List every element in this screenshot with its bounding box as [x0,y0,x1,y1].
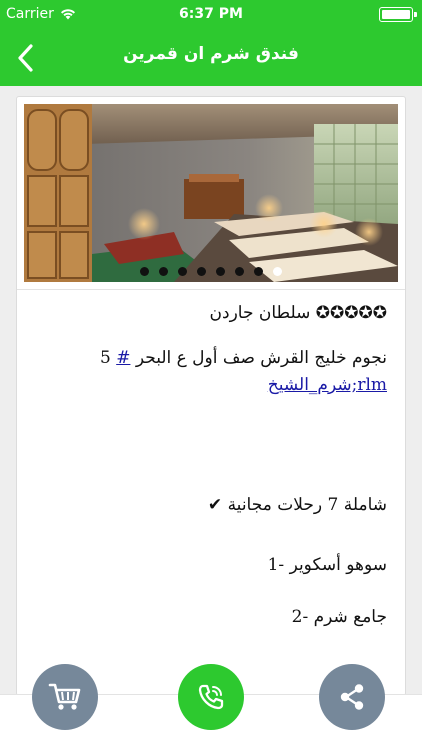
status-bar: Carrier 6:37 PM [0,0,422,30]
pager-dot[interactable] [159,267,168,276]
pager-dot[interactable] [178,267,187,276]
divider [17,289,405,290]
share-button[interactable] [319,664,385,730]
pager-dot[interactable] [140,267,149,276]
hash-link[interactable]: # [116,348,130,368]
phone-icon [198,684,224,710]
pager-dot[interactable] [235,267,244,276]
stars-count: 5 [99,348,117,368]
pager-dot[interactable] [216,267,225,276]
description-text: نجوم خليج القرش صف أول ع البحر [130,348,387,368]
hotel-card: ✪✪✪✪✪ سلطان جاردن نجوم خليج القرش صف أول… [16,96,406,696]
pager-dot[interactable] [254,267,263,276]
battery-icon [379,7,417,22]
cart-icon [48,683,81,710]
hotel-name: ✪✪✪✪✪ سلطان جاردن [209,303,387,323]
gallery-photo [24,104,398,282]
pager-dot[interactable] [197,267,206,276]
pager-dots[interactable] [24,267,398,276]
hotel-description: ✪✪✪✪✪ سلطان جاردن نجوم خليج القرش صف أول… [35,303,387,627]
tour-item-2: جامع شرم -2 [291,607,387,627]
pager-dot[interactable] [273,267,282,276]
share-icon [340,684,364,710]
free-trips-text: شاملة 7 رحلات مجانية ✔ [207,495,387,515]
hashtag-link[interactable]: rlm;شرم_الشيخ [268,375,387,395]
description-line: نجوم خليج القرش صف أول ع البحر # 5 rlm;ش… [35,345,387,399]
tour-item-1: سوهو أسكوير -1 [267,555,387,575]
status-time: 6:37 PM [179,6,243,22]
page-title: فندق شرم ان قمرين [123,44,299,64]
navigation-bar: فندق شرم ان قمرين [0,30,422,86]
photo-gallery[interactable] [24,104,398,282]
battery-group [379,7,417,22]
call-button[interactable] [178,664,244,730]
cart-button[interactable] [32,664,98,730]
